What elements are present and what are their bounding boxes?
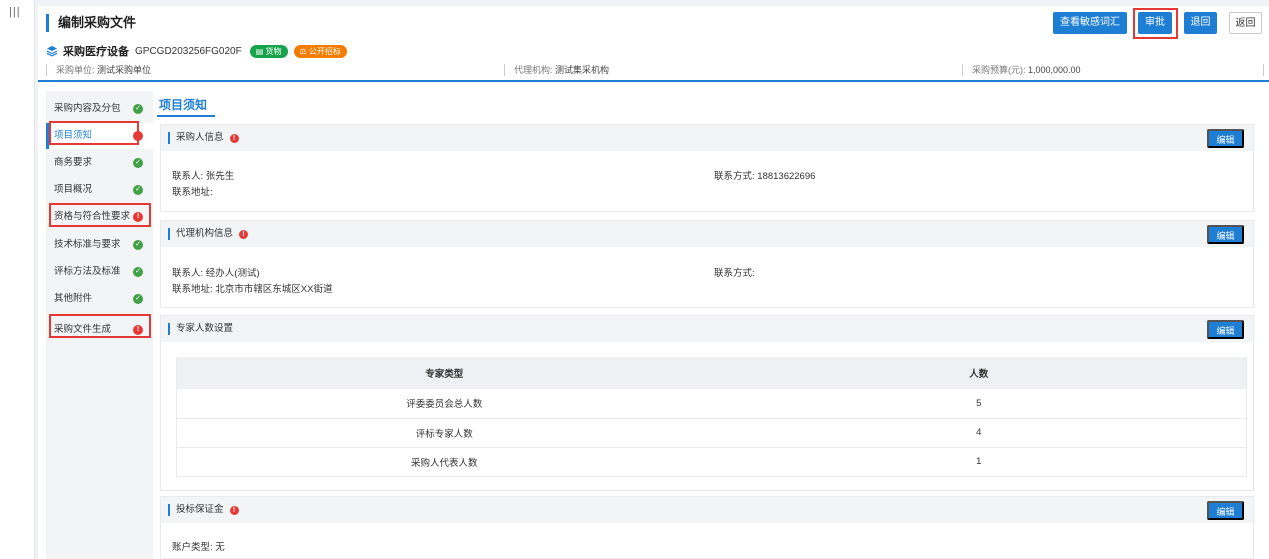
- project-code: GPCGD203256FG020F: [135, 45, 242, 57]
- page-header: 编制采购文件 查看敏感词汇 审批 退回 返回 采购医疗设备 GPCGD20325…: [38, 6, 1269, 82]
- table-header-row: 专家类型 人数: [176, 357, 1247, 389]
- check-icon: ✓: [133, 294, 143, 304]
- card-header: 专家人数设置 编辑: [161, 316, 1253, 342]
- check-icon: ✓: [133, 158, 143, 168]
- view-sensitive-words-button[interactable]: 查看敏感词汇: [1053, 12, 1127, 34]
- card-title: 代理机构信息!: [168, 228, 249, 240]
- side-rail: |||: [0, 0, 35, 559]
- check-icon: ✓: [133, 185, 143, 195]
- section-title: 项目须知: [159, 98, 208, 112]
- project-name: 采购医疗设备: [63, 46, 129, 58]
- nav-highlight-box: [49, 203, 151, 227]
- section-title-underline: [157, 115, 215, 117]
- agency-card: 代理机构信息! 编辑 联系人: 经办人(测试) 联系方式: 联系地址: 北京市市…: [160, 220, 1254, 308]
- card-header: 投标保证金! 编辑: [161, 497, 1253, 523]
- return-button[interactable]: 退回: [1184, 12, 1217, 34]
- deposit-card: 投标保证金! 编辑 账户类型: 无: [160, 496, 1254, 559]
- nav-item-procurement-content[interactable]: 采购内容及分包 ✓: [46, 96, 153, 122]
- purchaser-phone: 联系方式: 18813622696: [714, 171, 816, 182]
- agency-info: 代理机构: 测试集采机构: [504, 64, 609, 76]
- purchaser-card: 采购人信息! 编辑 联系人: 张先生 联系方式: 18813622696 联系地…: [160, 124, 1254, 212]
- expert-card: 专家人数设置 编辑 专家类型 人数 评委委员会总人数 5 评标专家人数 4 采购…: [160, 315, 1254, 491]
- table-cell: 评委委员会总人数: [176, 389, 712, 419]
- table-cell: 1: [711, 447, 1247, 477]
- agency-contact: 联系人: 经办人(测试): [172, 268, 260, 279]
- approve-highlight-box: [1133, 8, 1178, 39]
- nav-item-business-requirements[interactable]: 商务要求 ✓: [46, 150, 153, 176]
- check-icon: ✓: [133, 104, 143, 114]
- nav-highlight-box: [49, 121, 139, 145]
- table-row: 评委委员会总人数 5: [176, 389, 1247, 419]
- warning-icon: !: [239, 230, 249, 239]
- content-area: 项目须知 采购人信息! 编辑 联系人: 张先生 联系方式: 1881362269…: [157, 91, 1269, 559]
- agency-address: 联系地址: 北京市市辖区东城区XX街道: [172, 284, 333, 295]
- budget-info: 采购预算(元): 1,000,000.00: [962, 64, 1081, 76]
- column-header: 人数: [711, 357, 1247, 389]
- page-title: 编制采购文件: [46, 14, 136, 32]
- main-panel: 编制采购文件 查看敏感词汇 审批 退回 返回 采购医疗设备 GPCGD20325…: [38, 6, 1269, 559]
- warning-icon: !: [229, 134, 239, 143]
- open-tender-tag: ⚖ 公开招标: [293, 44, 347, 58]
- nav-item-evaluation-method[interactable]: 评标方法及标准 ✓: [46, 259, 153, 285]
- table-row: 评标专家人数 4: [176, 418, 1247, 448]
- card-header: 代理机构信息! 编辑: [161, 221, 1253, 247]
- meta-divider: [1263, 64, 1264, 76]
- goods-tag: ▤ 货物: [249, 44, 288, 58]
- edit-deposit-button[interactable]: 编辑: [1207, 501, 1244, 520]
- table-row: 采购人代表人数 1: [176, 447, 1247, 477]
- expert-table: 专家类型 人数 评委委员会总人数 5 评标专家人数 4 采购人代表人数 1: [176, 357, 1247, 477]
- nav-highlight-box: [49, 314, 151, 338]
- table-cell: 评标专家人数: [176, 418, 712, 448]
- card-header: 采购人信息! 编辑: [161, 125, 1253, 151]
- agency-phone: 联系方式:: [714, 268, 755, 279]
- table-cell: 采购人代表人数: [176, 447, 712, 477]
- edit-agency-button[interactable]: 编辑: [1207, 225, 1244, 244]
- layers-icon: [46, 46, 58, 57]
- purchaser-address: 联系地址:: [172, 187, 213, 198]
- card-title: 专家人数设置: [168, 323, 233, 335]
- card-title: 采购人信息!: [168, 132, 239, 144]
- column-header: 专家类型: [176, 357, 712, 389]
- table-cell: 5: [711, 389, 1247, 419]
- card-title: 投标保证金!: [168, 504, 239, 516]
- table-cell: 4: [711, 418, 1247, 448]
- purchase-unit: 采购单位: 测试采购单位: [46, 64, 151, 76]
- nav-item-other-attachments[interactable]: 其他附件 ✓: [46, 286, 153, 312]
- edit-experts-button[interactable]: 编辑: [1207, 320, 1244, 339]
- warning-icon: !: [229, 506, 239, 515]
- check-icon: ✓: [133, 267, 143, 277]
- nav-item-technical-standards[interactable]: 技术标准与要求 ✓: [46, 232, 153, 258]
- back-button[interactable]: 返回: [1229, 12, 1262, 34]
- purchaser-contact: 联系人: 张先生: [172, 171, 235, 182]
- nav-item-project-overview[interactable]: 项目概况 ✓: [46, 177, 153, 203]
- check-icon: ✓: [133, 240, 143, 250]
- project-line: 采购医疗设备 GPCGD203256FG020F ▤ 货物 ⚖ 公开招标: [46, 43, 353, 59]
- edit-purchaser-button[interactable]: 编辑: [1207, 129, 1244, 148]
- deposit-account-type: 账户类型: 无: [172, 542, 225, 553]
- menu-icon[interactable]: |||: [9, 6, 21, 18]
